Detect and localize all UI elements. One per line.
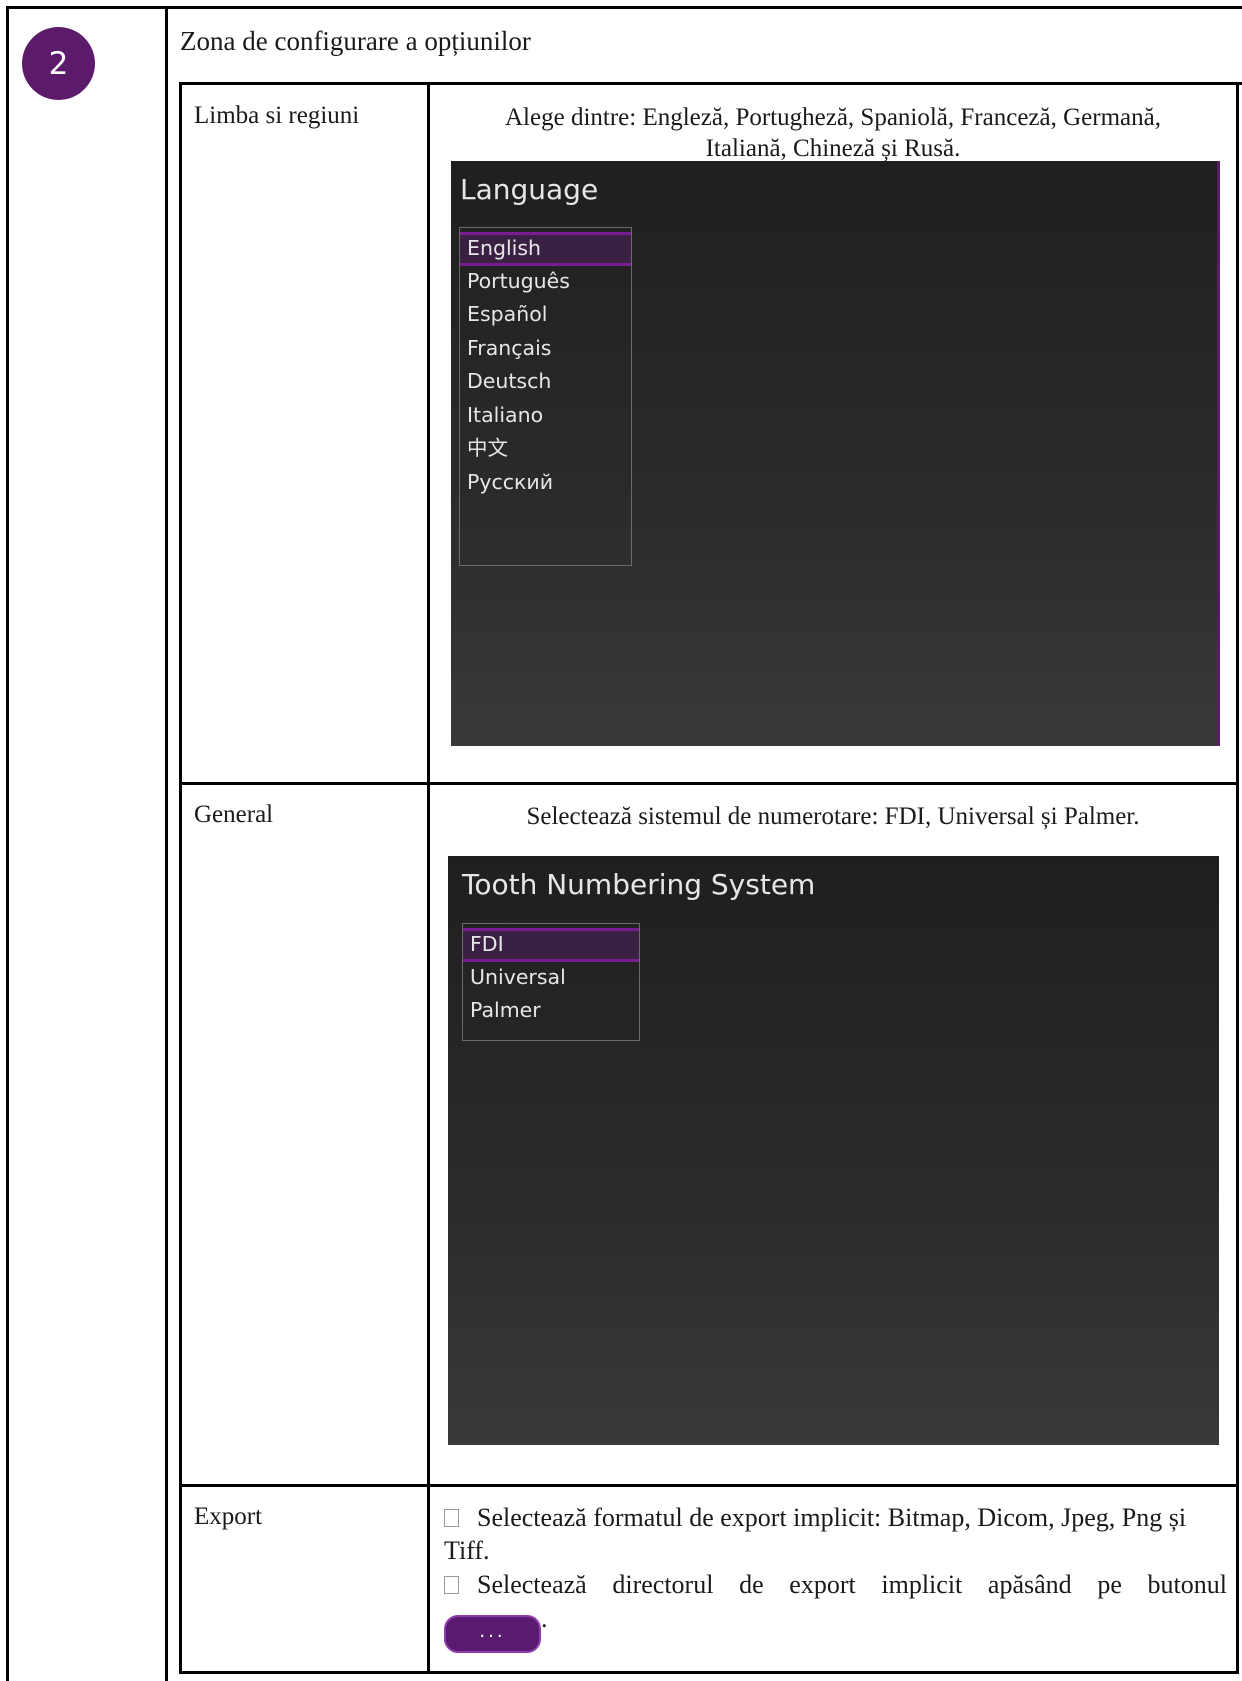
browse-directory-button[interactable]: ...: [444, 1615, 541, 1653]
language-option-chinese[interactable]: 中文: [460, 433, 631, 467]
language-option-portuguese[interactable]: Português: [460, 266, 631, 300]
language-option-russian[interactable]: Русский: [460, 467, 631, 501]
language-settings-panel: Language English Português Español Franç…: [451, 161, 1220, 746]
language-option-french[interactable]: Français: [460, 333, 631, 367]
general-description: Selectează sistemul de numerotare: FDI, …: [526, 803, 1140, 830]
export-bullet-2: Selectează directorul de export implicit…: [444, 1568, 1227, 1601]
export-bullet-1: Selectează formatul de export implicit: …: [444, 1501, 1227, 1567]
step-number-badge: 2: [22, 27, 95, 100]
row-label-general: General: [194, 801, 274, 828]
language-option-german[interactable]: Deutsch: [460, 366, 631, 400]
inner-table-bottom: [179, 1671, 1239, 1674]
bullet-box-icon: [444, 1509, 459, 1527]
language-panel-title: Language: [460, 173, 599, 206]
export-format-text: Selectează formatul de export implicit: …: [444, 1503, 1187, 1565]
language-option-spanish[interactable]: Español: [460, 299, 631, 333]
numbering-option-universal[interactable]: Universal: [463, 962, 639, 996]
language-option-italian[interactable]: Italiano: [460, 400, 631, 434]
inner-table-left: [179, 82, 182, 1674]
language-description-line2: Italiană, Chineză și Rusă.: [705, 135, 961, 162]
inner-table-top: [179, 82, 1242, 85]
language-listbox[interactable]: English Português Español Français Deuts…: [459, 227, 632, 566]
inner-col-divider: [427, 82, 430, 1674]
section-title: Zona de configurare a opțiunilor: [180, 26, 531, 56]
language-option-english[interactable]: English: [460, 232, 631, 266]
bullet-box-icon: [444, 1576, 459, 1594]
step-number: 2: [48, 45, 69, 82]
tooth-numbering-panel-title: Tooth Numbering System: [462, 868, 816, 901]
column-divider: [165, 6, 168, 1681]
numbering-option-fdi[interactable]: FDI: [463, 928, 639, 962]
export-trailing-period: .: [541, 1604, 548, 1633]
outer-top-border: [6, 6, 1242, 9]
row-divider-1: [179, 782, 1239, 785]
export-directory-text: Selectează directorul de export implicit…: [477, 1570, 1227, 1599]
language-description: Alege dintre: Engleză, Portugheză, Spani…: [436, 102, 1230, 164]
export-button-line: ....: [444, 1602, 1227, 1653]
outer-left-border: [6, 6, 9, 1681]
language-description-line1: Alege dintre: Engleză, Portugheză, Spani…: [505, 104, 1161, 131]
numbering-option-palmer[interactable]: Palmer: [463, 995, 639, 1029]
row-label-export: Export: [194, 1503, 263, 1530]
row-divider-2: [179, 1484, 1239, 1487]
row-label-language: Limba si regiuni: [194, 102, 360, 129]
tooth-numbering-panel: Tooth Numbering System FDI Universal Pal…: [448, 856, 1219, 1445]
inner-table-right: [1236, 82, 1239, 1674]
numbering-system-listbox[interactable]: FDI Universal Palmer: [462, 923, 640, 1041]
